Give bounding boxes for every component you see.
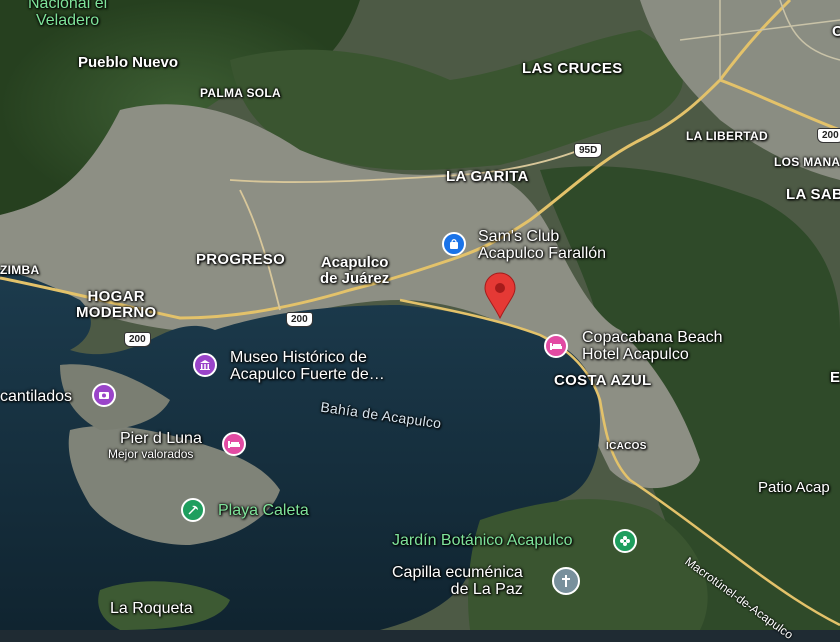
route-200-shield-east: 200 xyxy=(817,128,840,143)
shopping-bag-icon[interactable] xyxy=(442,232,466,256)
edge-label-e: E xyxy=(830,369,840,386)
las-cruces-label: LAS CRUCES xyxy=(522,60,623,77)
route-200-shield: 200 xyxy=(286,312,313,327)
costa-azul-label: COSTA AZUL xyxy=(554,372,652,389)
route-200-shield-west: 200 xyxy=(124,332,151,347)
museum-icon[interactable] xyxy=(193,353,217,377)
patio-label: Patio Acap xyxy=(758,479,830,496)
la-libertad-label: LA LIBERTAD xyxy=(686,129,768,143)
palma-sola-label: PALMA SOLA xyxy=(200,86,281,100)
icacos-label: ICACOS xyxy=(606,441,647,452)
bed-icon[interactable] xyxy=(544,334,568,358)
edge-label-c: C xyxy=(832,23,840,40)
cross-icon[interactable] xyxy=(552,567,580,595)
la-roqueta-label: La Roqueta xyxy=(110,600,193,617)
la-sabana-label: LA SAB xyxy=(786,186,840,203)
jardin-label[interactable]: Jardín Botánico Acapulco xyxy=(392,532,573,550)
museo-label[interactable]: Museo Histórico de Acapulco Fuerte de… xyxy=(230,349,385,384)
acapulco-label: Acapulco de Juárez xyxy=(320,254,390,287)
bed-icon[interactable] xyxy=(222,432,246,456)
la-garita-label: LA GARITA xyxy=(446,168,529,185)
pier-luna-rating: Mejor valorados xyxy=(108,447,194,461)
playa-caleta-label[interactable]: Playa Caleta xyxy=(218,502,309,520)
pueblo-nuevo-label: Pueblo Nuevo xyxy=(78,54,179,71)
veladero-label: Nacional el Veladero xyxy=(28,0,108,29)
sams-club-label[interactable]: Sam's Club Acapulco Farallón xyxy=(478,228,606,263)
flower-icon[interactable] xyxy=(613,529,637,553)
copacabana-label[interactable]: Copacabana Beach Hotel Acapulco xyxy=(582,329,723,364)
beach-icon[interactable] xyxy=(181,498,205,522)
route-95d-shield: 95D xyxy=(574,143,603,158)
hogar-moderno-label: HOGAR MODERNO xyxy=(76,288,157,321)
pier-luna-label[interactable]: Pier d Luna xyxy=(120,430,202,448)
camera-icon[interactable] xyxy=(92,383,116,407)
acantilados-label[interactable]: cantilados xyxy=(0,388,72,406)
los-manantiales-label: LOS MANA xyxy=(774,155,840,169)
capilla-label[interactable]: Capilla ecuménica de La Paz xyxy=(392,564,523,599)
zimba-label: ZIMBA xyxy=(0,263,40,277)
progreso-label: PROGRESO xyxy=(196,251,286,268)
